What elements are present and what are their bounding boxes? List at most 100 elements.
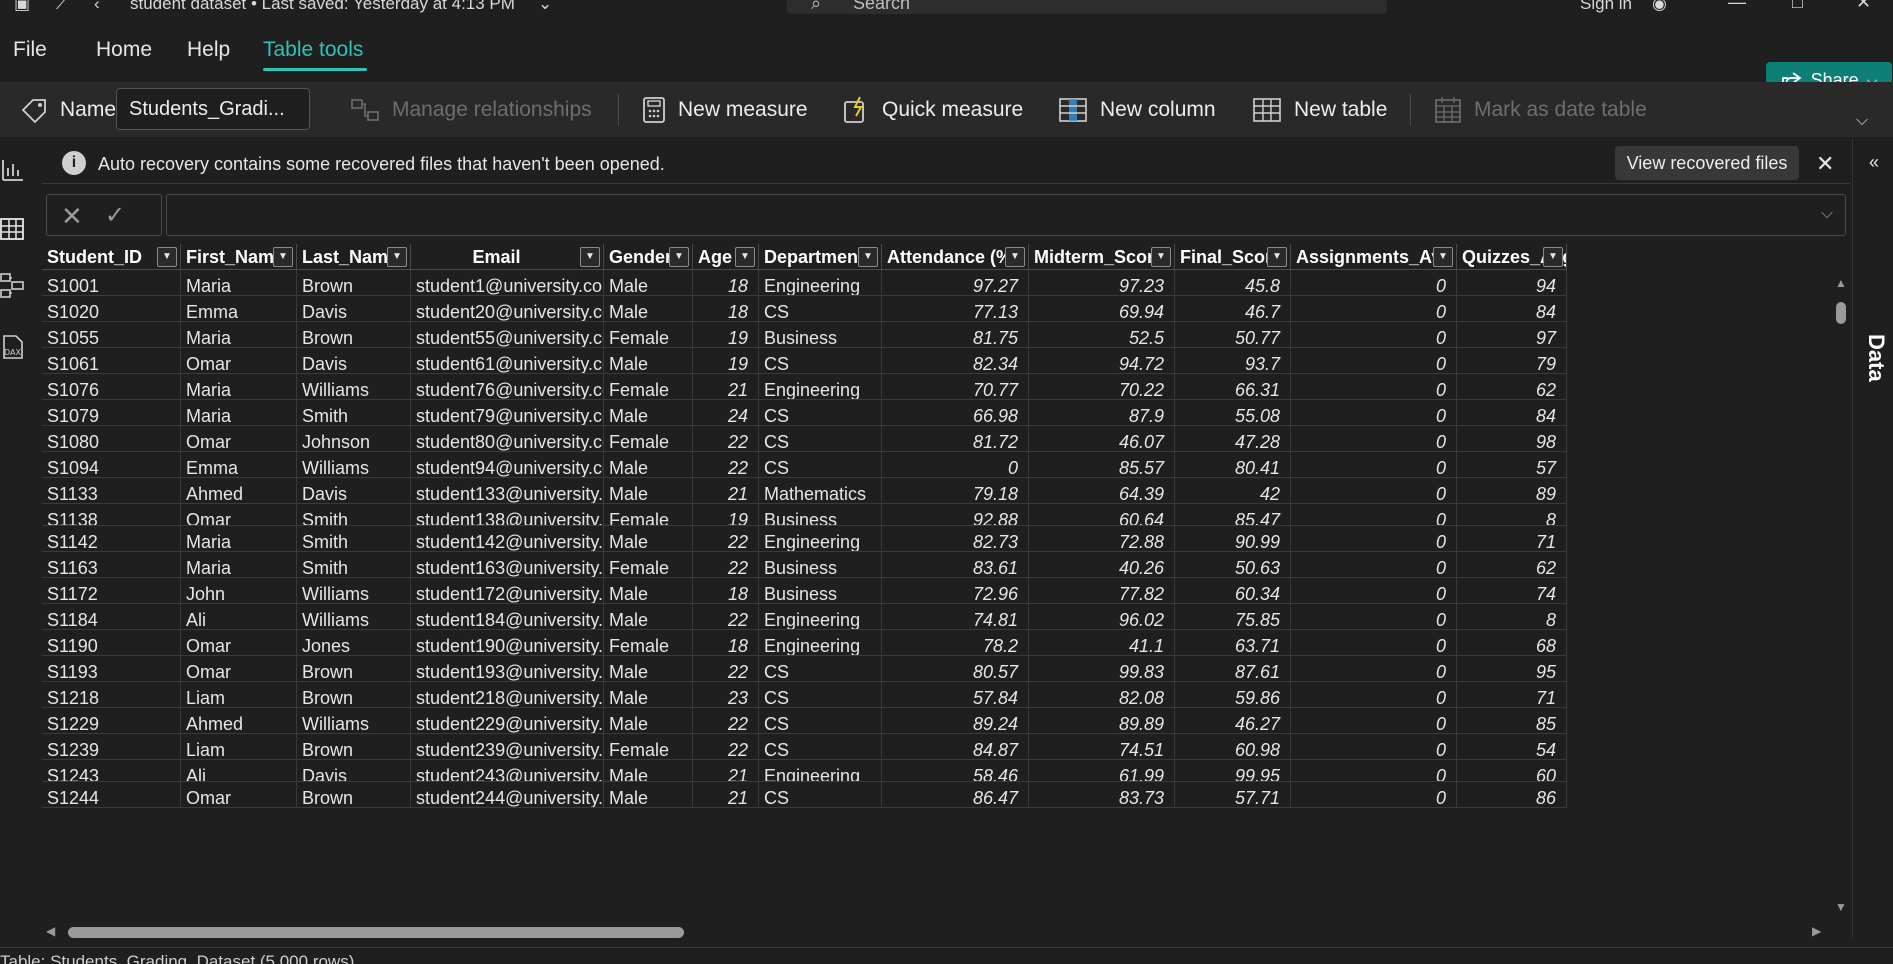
- table-cell[interactable]: student61@university.com: [411, 348, 604, 374]
- table-cell[interactable]: Brown: [297, 322, 411, 348]
- table-cell[interactable]: 90.99: [1175, 526, 1291, 552]
- table-cell[interactable]: 85.57: [1029, 452, 1175, 478]
- table-cell[interactable]: Ali: [181, 760, 297, 782]
- table-cell[interactable]: 22: [693, 734, 759, 760]
- table-cell[interactable]: student172@university.com: [411, 578, 604, 604]
- table-cell[interactable]: Female: [604, 630, 693, 656]
- table-cell[interactable]: Omar: [181, 656, 297, 682]
- scroll-left-icon[interactable]: ◀: [46, 924, 55, 938]
- table-cell[interactable]: Omar: [181, 504, 297, 526]
- close-window-icon[interactable]: ✕: [1856, 0, 1871, 13]
- table-cell[interactable]: S1243: [42, 760, 181, 782]
- table-cell[interactable]: S1172: [42, 578, 181, 604]
- data-pane-label[interactable]: Data: [1863, 334, 1889, 382]
- table-cell[interactable]: 80.57: [882, 656, 1029, 682]
- table-cell[interactable]: 70.22: [1029, 374, 1175, 400]
- table-cell[interactable]: John: [181, 578, 297, 604]
- table-cell[interactable]: student20@university.com: [411, 296, 604, 322]
- table-cell[interactable]: Male: [604, 656, 693, 682]
- table-cell[interactable]: Brown: [297, 782, 411, 808]
- table-cell[interactable]: 57.84: [882, 682, 1029, 708]
- table-cell[interactable]: 21: [693, 782, 759, 808]
- table-cell[interactable]: student76@university.com: [411, 374, 604, 400]
- table-cell[interactable]: Female: [604, 322, 693, 348]
- view-recovered-files-button[interactable]: View recovered files: [1615, 146, 1799, 180]
- table-cell[interactable]: Engineering: [759, 270, 882, 296]
- table-cell[interactable]: Brown: [297, 270, 411, 296]
- table-cell[interactable]: Business: [759, 552, 882, 578]
- table-cell[interactable]: 22: [693, 708, 759, 734]
- table-cell[interactable]: 46.7: [1175, 296, 1291, 322]
- table-cell[interactable]: 66.98: [882, 400, 1029, 426]
- table-cell[interactable]: 52.5: [1029, 322, 1175, 348]
- column-header[interactable]: Final_Score ▼: [1175, 244, 1291, 270]
- table-cell[interactable]: 46.27: [1175, 708, 1291, 734]
- table-cell[interactable]: S1076: [42, 374, 181, 400]
- table-cell[interactable]: 0: [1291, 270, 1457, 296]
- table-cell[interactable]: Male: [604, 708, 693, 734]
- table-cell[interactable]: 19: [693, 348, 759, 374]
- table-cell[interactable]: 95: [1457, 656, 1567, 682]
- table-cell[interactable]: 0: [1291, 348, 1457, 374]
- table-cell[interactable]: 42: [1175, 478, 1291, 504]
- table-cell[interactable]: student163@university.com: [411, 552, 604, 578]
- table-cell[interactable]: CS: [759, 400, 882, 426]
- menu-home[interactable]: Home: [96, 38, 152, 62]
- table-cell[interactable]: S1163: [42, 552, 181, 578]
- table-cell[interactable]: S1239: [42, 734, 181, 760]
- table-cell[interactable]: 84: [1457, 296, 1567, 322]
- table-cell[interactable]: 0: [1291, 526, 1457, 552]
- sign-in-link[interactable]: Sign in: [1580, 0, 1632, 14]
- table-cell[interactable]: 83.61: [882, 552, 1029, 578]
- table-cell[interactable]: student244@university.com: [411, 782, 604, 808]
- table-cell[interactable]: Male: [604, 296, 693, 322]
- table-name-input[interactable]: Students_Gradi...: [116, 88, 310, 130]
- table-cell[interactable]: Maria: [181, 400, 297, 426]
- column-header[interactable]: Department ▼: [759, 244, 882, 270]
- table-cell[interactable]: Female: [604, 552, 693, 578]
- table-cell[interactable]: 99.95: [1175, 760, 1291, 782]
- column-header[interactable]: Assignments_Avg ▼: [1291, 244, 1457, 270]
- table-cell[interactable]: S1138: [42, 504, 181, 526]
- table-cell[interactable]: 74.81: [882, 604, 1029, 630]
- table-cell[interactable]: 23: [693, 682, 759, 708]
- table-cell[interactable]: 69.94: [1029, 296, 1175, 322]
- table-cell[interactable]: student193@university.com: [411, 656, 604, 682]
- table-cell[interactable]: 21: [693, 478, 759, 504]
- table-cell[interactable]: 54: [1457, 734, 1567, 760]
- table-cell[interactable]: 97.27: [882, 270, 1029, 296]
- table-cell[interactable]: student55@university.com: [411, 322, 604, 348]
- table-cell[interactable]: Business: [759, 578, 882, 604]
- table-cell[interactable]: 84: [1457, 400, 1567, 426]
- table-cell[interactable]: 78.2: [882, 630, 1029, 656]
- chevron-down-icon[interactable]: ⌵: [1821, 205, 1833, 223]
- table-cell[interactable]: Smith: [297, 504, 411, 526]
- table-cell[interactable]: 87.9: [1029, 400, 1175, 426]
- table-cell[interactable]: Davis: [297, 478, 411, 504]
- table-cell[interactable]: Maria: [181, 552, 297, 578]
- table-cell[interactable]: 62: [1457, 552, 1567, 578]
- table-cell[interactable]: student138@university.com: [411, 504, 604, 526]
- table-cell[interactable]: Williams: [297, 452, 411, 478]
- table-cell[interactable]: 82.08: [1029, 682, 1175, 708]
- table-cell[interactable]: Engineering: [759, 760, 882, 782]
- table-cell[interactable]: 86: [1457, 782, 1567, 808]
- table-cell[interactable]: 60.64: [1029, 504, 1175, 526]
- scroll-down-icon[interactable]: ▼: [1835, 900, 1847, 914]
- table-cell[interactable]: 19: [693, 322, 759, 348]
- table-cell[interactable]: 98: [1457, 426, 1567, 452]
- table-cell[interactable]: 84.87: [882, 734, 1029, 760]
- table-cell[interactable]: Male: [604, 400, 693, 426]
- table-cell[interactable]: 0: [1291, 734, 1457, 760]
- table-cell[interactable]: S1184: [42, 604, 181, 630]
- table-cell[interactable]: Male: [604, 452, 693, 478]
- filter-dropdown-icon[interactable]: ▼: [1433, 247, 1453, 267]
- table-cell[interactable]: 22: [693, 452, 759, 478]
- table-cell[interactable]: 87.61: [1175, 656, 1291, 682]
- table-cell[interactable]: Male: [604, 760, 693, 782]
- table-cell[interactable]: 0: [1291, 760, 1457, 782]
- table-cell[interactable]: 79: [1457, 348, 1567, 374]
- scroll-up-icon[interactable]: ▲: [1835, 276, 1847, 290]
- scroll-right-icon[interactable]: ▶: [1812, 924, 1821, 938]
- table-cell[interactable]: Engineering: [759, 374, 882, 400]
